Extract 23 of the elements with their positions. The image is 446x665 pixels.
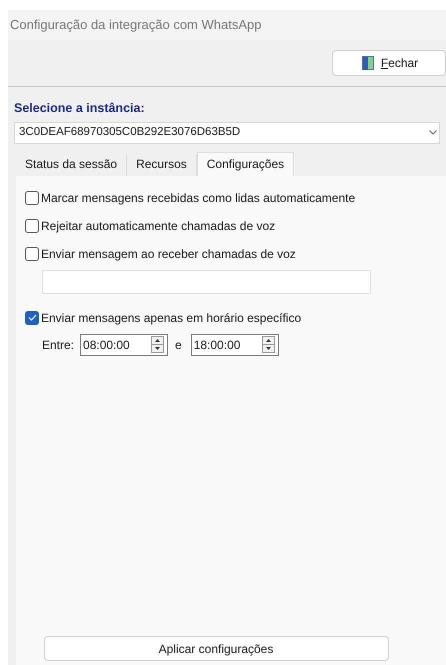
spinner-arrows-icon: [262, 336, 275, 354]
instance-dropdown[interactable]: 3C0DEAF68970305C0B292E3076D63B5D: [14, 122, 440, 144]
range-separator: e: [175, 336, 182, 354]
instance-label: Selecione a instância:: [14, 100, 146, 117]
range-label: Entre:: [42, 336, 74, 354]
door-icon: [360, 55, 376, 71]
checkbox-label: Rejeitar automaticamente chamadas de voz: [41, 218, 276, 235]
checkbox-label: Enviar mensagem ao receber chamadas de voz: [41, 246, 296, 263]
spinner-arrows-icon: [151, 336, 164, 354]
checkbox-label: Marcar mensagens recebidas como lidas automaticamente: [41, 190, 356, 207]
checkbox[interactable]: [25, 310, 39, 325]
checkmark-icon: [28, 314, 36, 322]
checkbox[interactable]: [25, 246, 39, 261]
time-input[interactable]: 18:00:00: [190, 334, 279, 356]
tab[interactable]: Configurações: [196, 152, 294, 176]
apply-button[interactable]: Aplicar configurações: [44, 636, 388, 661]
checkbox-label: Enviar mensagens apenas em horário específico: [41, 310, 302, 327]
checkbox[interactable]: [25, 190, 39, 205]
chevron-down-icon: [429, 130, 437, 136]
checkbox[interactable]: [25, 218, 39, 233]
message-input[interactable]: [42, 270, 371, 294]
close-button[interactable]: Fechar: [332, 50, 446, 76]
time-input[interactable]: 08:00:00: [80, 334, 168, 356]
